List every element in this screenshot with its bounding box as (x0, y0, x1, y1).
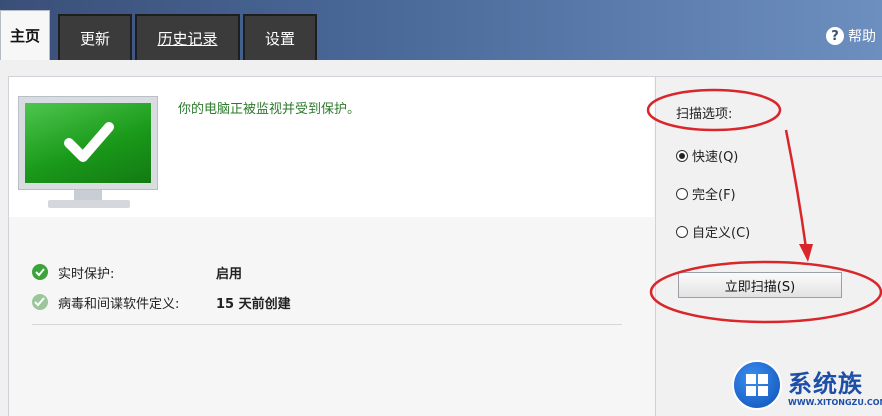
checkmark-icon (64, 122, 114, 162)
definitions-row: 病毒和间谍软件定义: 15 天前创建 (32, 294, 291, 312)
radio-button[interactable] (676, 225, 688, 238)
scan-options-title: 扫描选项: (676, 107, 733, 122)
scan-now-button[interactable]: 立即扫描(S) (678, 272, 842, 298)
windows-logo-icon (732, 360, 782, 410)
watermark-logo: 系统族 WWW.XITONGZU.COM (728, 358, 882, 415)
realtime-protection-row: 实时保护: 启用 (32, 264, 242, 282)
radio-custom-scan[interactable]: 自定义(C) (676, 222, 750, 241)
help-link[interactable]: ? 帮助 (826, 26, 876, 46)
check-circle-icon (32, 264, 48, 280)
section-divider (32, 324, 622, 325)
radio-quick-scan[interactable]: 快速(Q) (676, 146, 738, 165)
check-question-icon (32, 294, 48, 310)
tab-update[interactable]: 更新 (58, 14, 132, 60)
radio-full-scan[interactable]: 完全(F) (676, 184, 736, 203)
tab-home[interactable]: 主页 (0, 10, 50, 60)
radio-button[interactable] (676, 187, 688, 200)
protected-monitor-icon (18, 96, 158, 216)
tab-settings[interactable]: 设置 (243, 14, 317, 60)
question-icon: ? (826, 27, 844, 45)
protection-status-message: 你的电脑正被监视并受到保护。 (178, 102, 361, 117)
top-bar: 主页 更新 历史记录 设置 ? 帮助 (0, 0, 882, 60)
tab-history[interactable]: 历史记录 (135, 14, 240, 60)
radio-button-selected[interactable] (676, 149, 688, 162)
